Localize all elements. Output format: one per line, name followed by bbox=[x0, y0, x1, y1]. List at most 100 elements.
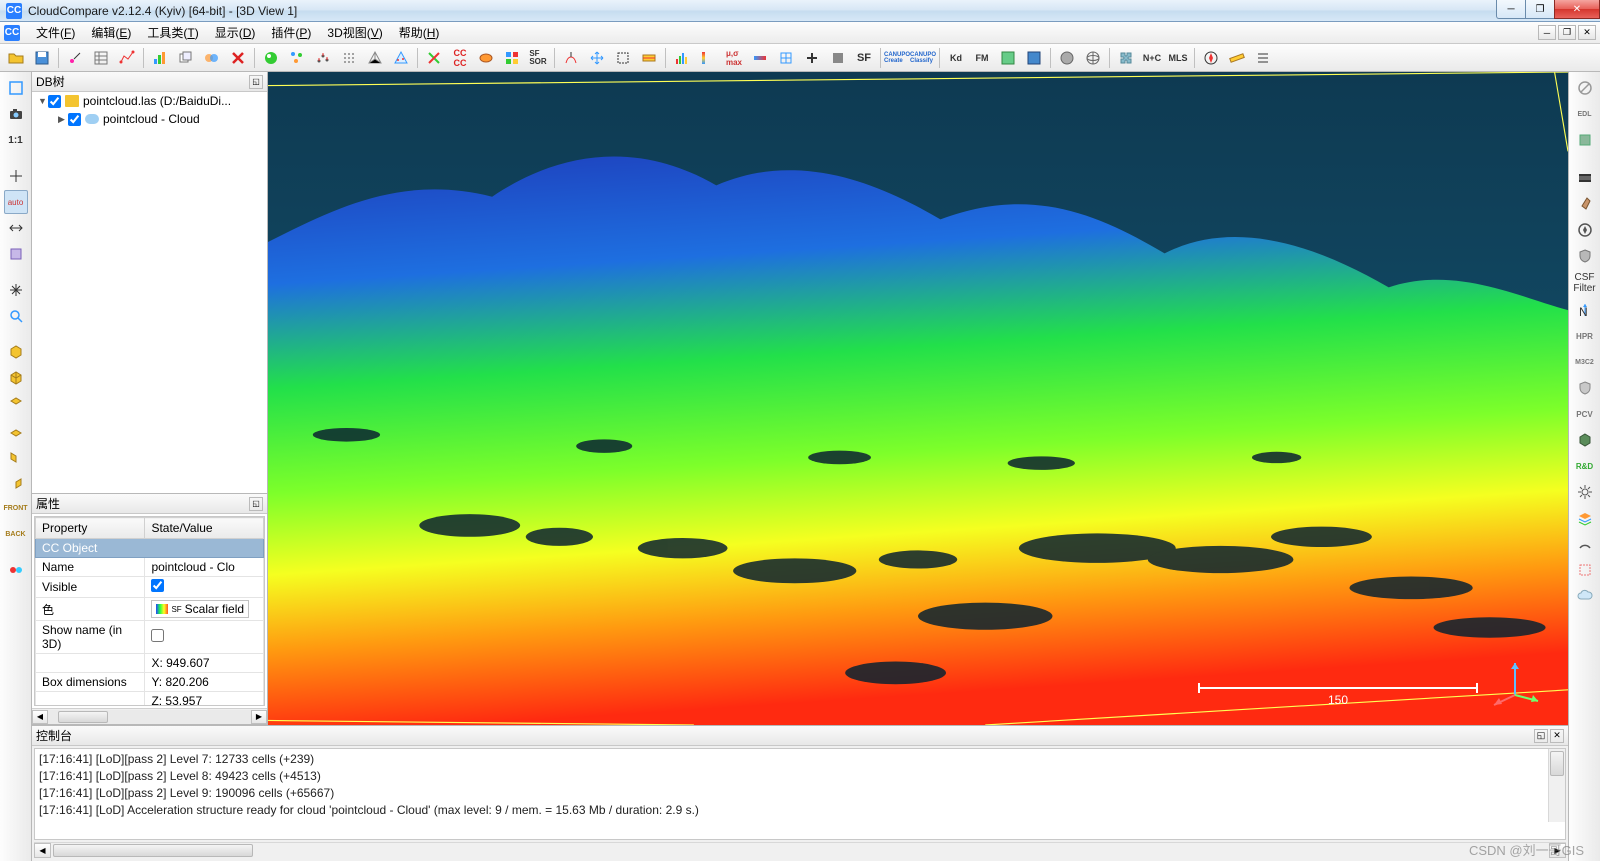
save-button[interactable] bbox=[30, 46, 54, 70]
sor-button[interactable]: SFSOR bbox=[526, 46, 550, 70]
shield2-button[interactable] bbox=[1573, 376, 1597, 400]
globe-button[interactable] bbox=[1055, 46, 1079, 70]
console-output[interactable]: [17:16:41] [LoD][pass 2] Level 7: 12733 … bbox=[34, 748, 1566, 840]
trace-polyline-button[interactable] bbox=[115, 46, 139, 70]
tree-child-row[interactable]: ▶ pointcloud - Cloud bbox=[32, 110, 267, 128]
shader-disabled-icon[interactable] bbox=[1573, 76, 1597, 100]
hpr-button[interactable]: HPR bbox=[1573, 324, 1597, 348]
maximize-button[interactable]: ❐ bbox=[1525, 0, 1555, 19]
more-button[interactable] bbox=[1251, 46, 1275, 70]
register-button[interactable]: CCCC bbox=[448, 46, 472, 70]
iso2-button[interactable] bbox=[4, 366, 28, 390]
menu-帮助[interactable]: 帮助(H) bbox=[391, 22, 448, 43]
console-scroll-right[interactable]: ▶ bbox=[1549, 843, 1566, 858]
layers-button[interactable] bbox=[1573, 506, 1597, 530]
menu-插件[interactable]: 插件(P) bbox=[263, 22, 319, 43]
compass-button[interactable] bbox=[1199, 46, 1223, 70]
segment-button[interactable] bbox=[559, 46, 583, 70]
console-hthumb[interactable] bbox=[53, 844, 253, 857]
prop-checkbox[interactable] bbox=[151, 579, 164, 592]
console-hscroll[interactable]: ◀ ▶ bbox=[34, 842, 1566, 859]
pcv-button[interactable]: PCV bbox=[1573, 402, 1597, 426]
mesh-button[interactable] bbox=[363, 46, 387, 70]
prop-checkbox[interactable] bbox=[151, 629, 164, 642]
console-undock-button[interactable]: ◱ bbox=[1534, 729, 1548, 743]
tree-root-row[interactable]: ▼ pointcloud.las (D:/BaiduDi... bbox=[32, 92, 267, 110]
point-list-button[interactable] bbox=[89, 46, 113, 70]
3d-viewport[interactable]: 150 bbox=[268, 72, 1568, 725]
left-view-button[interactable] bbox=[4, 444, 28, 468]
zoom-button[interactable] bbox=[4, 304, 28, 328]
puzzle-button[interactable] bbox=[1114, 46, 1138, 70]
fm-button[interactable]: FM bbox=[970, 46, 994, 70]
scalar-field-chip[interactable]: SF Scalar field bbox=[151, 600, 249, 618]
cross-section-button[interactable] bbox=[637, 46, 661, 70]
table-row[interactable]: Show name (in 3D) bbox=[36, 621, 264, 654]
scroll-left-button[interactable]: ◀ bbox=[32, 710, 48, 724]
mdi-restore-button[interactable]: ❐ bbox=[1558, 25, 1576, 40]
ruler-button[interactable] bbox=[1225, 46, 1249, 70]
tree-root-check[interactable] bbox=[48, 95, 61, 108]
convert-sf-button[interactable]: SF bbox=[852, 46, 876, 70]
canupo-classify-button[interactable]: CANUPOClassify bbox=[911, 46, 935, 70]
console-vthumb[interactable] bbox=[1550, 751, 1564, 776]
scalar-button[interactable] bbox=[285, 46, 309, 70]
menu-显示[interactable]: 显示(D) bbox=[207, 22, 264, 43]
sf-gradient-button[interactable] bbox=[748, 46, 772, 70]
normals-button[interactable] bbox=[311, 46, 335, 70]
point-picking-button[interactable] bbox=[63, 46, 87, 70]
console-close-button[interactable]: ✕ bbox=[1550, 729, 1564, 743]
collapse-icon[interactable]: ▼ bbox=[38, 96, 48, 106]
menu-文件[interactable]: 文件(F) bbox=[28, 22, 83, 43]
pick-rotation-button[interactable] bbox=[4, 164, 28, 188]
wireframe-button[interactable] bbox=[1081, 46, 1105, 70]
mls-button[interactable]: MLS bbox=[1166, 46, 1190, 70]
props-undock-button[interactable]: ◱ bbox=[249, 497, 263, 511]
tree-child-check[interactable] bbox=[68, 113, 81, 126]
full-screen-button[interactable] bbox=[4, 76, 28, 100]
translate-button[interactable] bbox=[585, 46, 609, 70]
close-button[interactable]: ✕ bbox=[1554, 0, 1600, 19]
menu-编辑[interactable]: 编辑(E) bbox=[83, 22, 139, 43]
north-arrow-button[interactable]: N bbox=[1573, 298, 1597, 322]
nplusc-button[interactable]: N+C bbox=[1140, 46, 1164, 70]
console-scroll-left[interactable]: ◀ bbox=[34, 843, 51, 858]
scroll-right-button[interactable]: ▶ bbox=[251, 710, 267, 724]
filter-button[interactable] bbox=[774, 46, 798, 70]
kd-button[interactable]: Kd bbox=[944, 46, 968, 70]
m3c2-button[interactable]: M3C2 bbox=[1573, 350, 1597, 374]
primitive-button[interactable] bbox=[474, 46, 498, 70]
ssao-shader-button[interactable] bbox=[1573, 128, 1597, 152]
volume-button[interactable] bbox=[670, 46, 694, 70]
table-row[interactable]: Namepointcloud - Clo bbox=[36, 558, 264, 577]
align-button[interactable] bbox=[422, 46, 446, 70]
mdi-close-button[interactable]: ✕ bbox=[1578, 25, 1596, 40]
level-button[interactable] bbox=[4, 216, 28, 240]
pan-button[interactable] bbox=[4, 278, 28, 302]
open-button[interactable] bbox=[4, 46, 28, 70]
bottom-view-button[interactable] bbox=[4, 418, 28, 442]
add-constant-button[interactable] bbox=[800, 46, 824, 70]
merge-button[interactable] bbox=[200, 46, 224, 70]
console-vscroll[interactable] bbox=[1548, 749, 1565, 822]
table-row[interactable]: Box dimensionsY: 820.206 bbox=[36, 673, 264, 692]
back-view-button[interactable]: BACK bbox=[4, 522, 28, 546]
scroll-thumb[interactable] bbox=[58, 711, 108, 723]
global-shift-button[interactable] bbox=[4, 242, 28, 266]
stereo-button[interactable] bbox=[4, 558, 28, 582]
minimize-button[interactable]: ─ bbox=[1496, 0, 1526, 19]
shield-button[interactable] bbox=[1573, 244, 1597, 268]
db-tree[interactable]: ▼ pointcloud.las (D:/BaiduDi... ▶ pointc… bbox=[32, 92, 267, 493]
colorscale-button[interactable] bbox=[696, 46, 720, 70]
animation-button[interactable] bbox=[1573, 166, 1597, 190]
color-button[interactable] bbox=[259, 46, 283, 70]
table-row[interactable]: Z: 53.957 bbox=[36, 692, 264, 707]
edl-button[interactable] bbox=[996, 46, 1020, 70]
expand-icon[interactable]: ▶ bbox=[58, 114, 68, 125]
broom-button[interactable] bbox=[1573, 192, 1597, 216]
props-hscroll[interactable]: ◀ ▶ bbox=[32, 708, 267, 724]
mdi-minimize-button[interactable]: ─ bbox=[1538, 25, 1556, 40]
top-view-button[interactable] bbox=[4, 392, 28, 416]
right-view-button[interactable] bbox=[4, 470, 28, 494]
canupo-create-button[interactable]: CANUPOCreate bbox=[885, 46, 909, 70]
